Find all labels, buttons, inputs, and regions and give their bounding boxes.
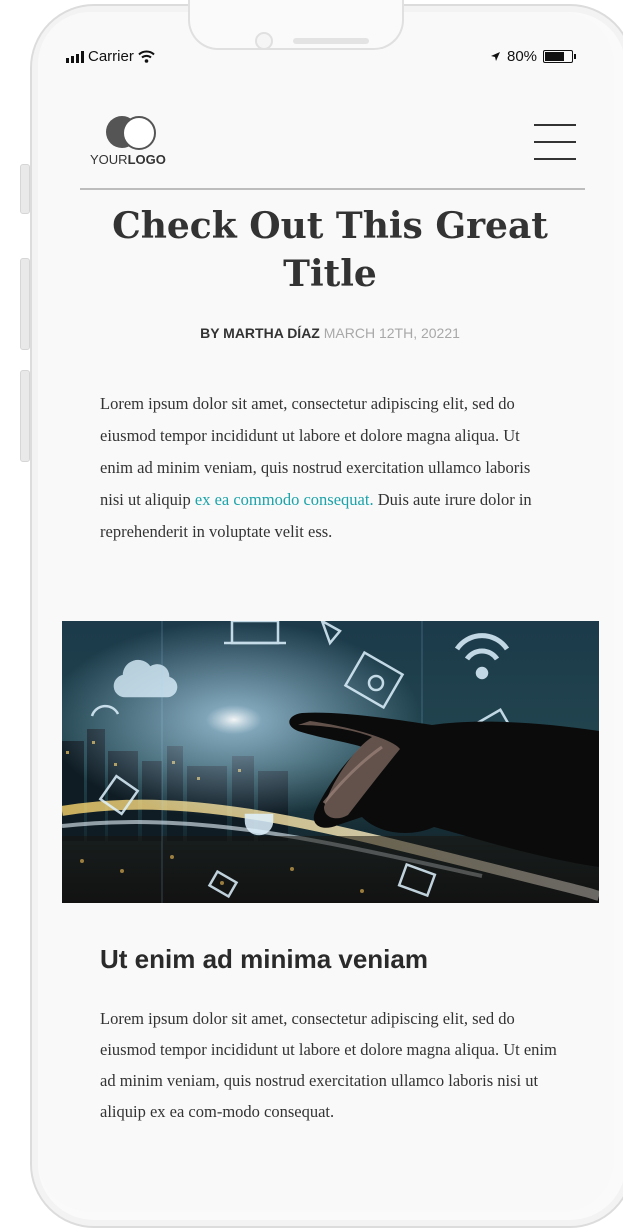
section-heading: Ut enim ad minima veniam (100, 944, 428, 974)
logo-text-bold: LOGO (127, 152, 166, 167)
carrier-label: Carrier (88, 48, 134, 65)
wifi-icon (138, 50, 155, 63)
signal-bars-icon (66, 50, 84, 63)
article-intro: Lorem ipsum dolor sit amet, consectetur … (100, 388, 540, 548)
status-bar-left: Carrier (66, 48, 155, 65)
article-author: BY MARTHA DÍAZ (200, 325, 320, 341)
phone-mute-switch (20, 164, 30, 214)
logo-mark-icon (106, 116, 156, 150)
speaker-grille (293, 38, 369, 44)
status-bar-right: 80% (490, 48, 577, 65)
header-divider (80, 188, 585, 190)
article-date: MARCH 12TH, 20221 (323, 325, 460, 341)
section-body: Lorem ipsum dolor sit amet, consectetur … (100, 1009, 557, 1121)
phone-volume-up-button (20, 258, 30, 350)
logo-text: YOURLOGO (90, 152, 190, 167)
location-arrow-icon (491, 52, 500, 61)
battery-percent: 80% (507, 48, 538, 65)
camera-icon (255, 32, 273, 50)
hamburger-menu-icon[interactable] (534, 124, 576, 164)
phone-volume-down-button (20, 370, 30, 462)
article-byline: BY MARTHA DÍAZ MARCH 12TH, 20221 (100, 325, 560, 341)
logo-text-regular: YOUR (90, 152, 128, 167)
intro-link[interactable]: ex ea commodo consequat. (195, 490, 374, 509)
hero-image (62, 621, 599, 903)
site-logo[interactable]: YOURLOGO (90, 116, 190, 167)
battery-icon (543, 50, 577, 63)
article-title: Check Out This Great Title (112, 205, 548, 295)
battery-fill (545, 52, 565, 61)
